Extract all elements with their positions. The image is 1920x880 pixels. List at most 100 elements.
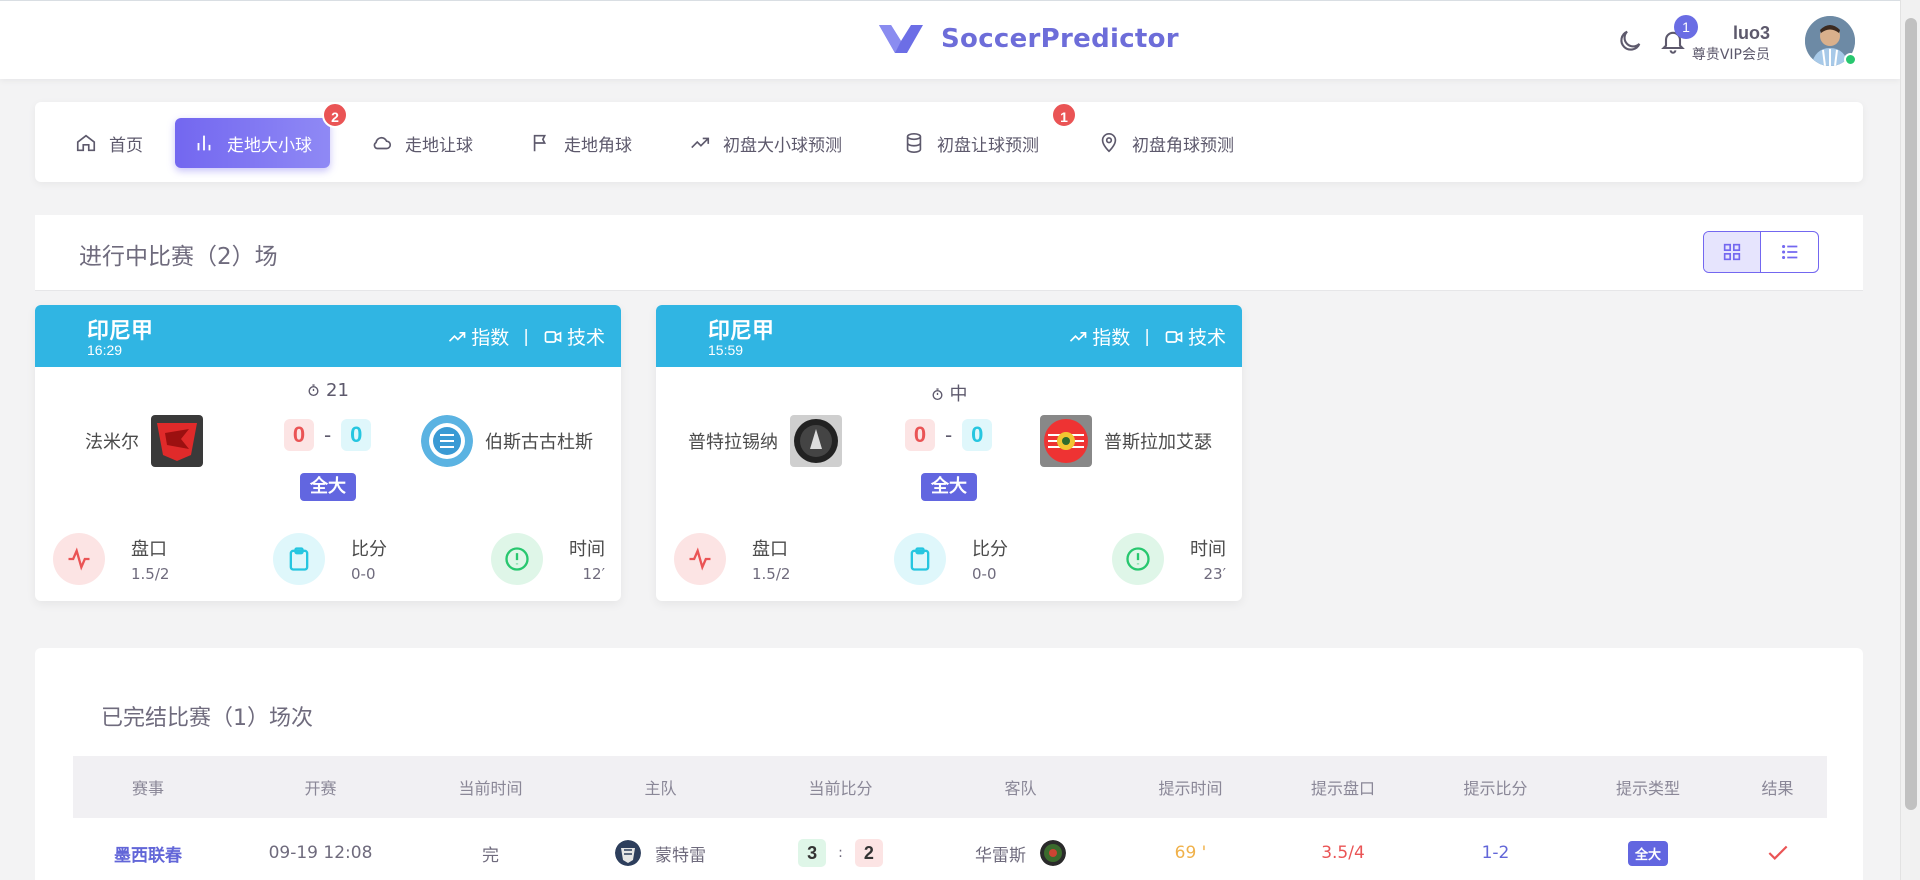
- nav-badge: 2: [322, 102, 348, 128]
- odds-index-link[interactable]: 指数: [447, 323, 509, 350]
- home-team[interactable]: 普特拉锡纳: [688, 415, 842, 467]
- scrollbar-thumb[interactable]: [1905, 18, 1917, 810]
- link-separator: |: [1144, 326, 1150, 347]
- top-bar: SoccerPredictor 1 luo3 尊贵VIP会员: [0, 0, 1900, 79]
- tech-stats-link[interactable]: 技术: [543, 323, 605, 350]
- home-team[interactable]: 法米尔: [85, 415, 203, 467]
- tip-time-cell: 69 ': [1174, 843, 1207, 863]
- stat-value: 0-0: [351, 565, 376, 583]
- start-time-cell: 09-19 12:08: [268, 843, 373, 863]
- match-card[interactable]: 印尼甲 15:59 指数 | 技术 中 普特拉锡纳 0 - 0 全大 普斯拉加艾…: [656, 305, 1242, 601]
- away-score: 0: [962, 419, 993, 451]
- nav-item-home[interactable]: 首页: [57, 118, 161, 168]
- away-team-logo: [1040, 415, 1092, 467]
- match-minute: 中: [656, 380, 1242, 406]
- vertical-scrollbar[interactable]: [1900, 0, 1920, 880]
- activity-icon: [53, 533, 105, 585]
- score-colon: :: [838, 845, 843, 861]
- match-card-header: 印尼甲 15:59 指数 | 技术: [656, 305, 1242, 367]
- home-team-logo: [790, 415, 842, 467]
- match-league: 印尼甲: [87, 319, 154, 344]
- status-cell: 完: [482, 845, 499, 866]
- nav-label: 走地让球: [405, 135, 473, 156]
- nav-item-live-over-under[interactable]: 走地大小球: [175, 118, 330, 168]
- nav-item-initial-corners[interactable]: 初盘角球预测: [1080, 118, 1252, 168]
- away-team-logo: [421, 415, 473, 467]
- list-view-button[interactable]: [1761, 232, 1818, 272]
- match-start-time: 15:59: [708, 342, 744, 358]
- column-header: 当前时间: [458, 779, 523, 798]
- match-start-time: 16:29: [87, 342, 123, 358]
- away-team[interactable]: 普斯拉加艾瑟: [1040, 415, 1212, 467]
- main-nav: 首页 走地大小球 2 走地让球 走地角球 初盘大小球预测 初盘让球预测 1 初盘…: [35, 102, 1863, 182]
- tech-stats-label: 技术: [1187, 327, 1226, 349]
- home-team-cell: 蒙特雷: [563, 840, 758, 866]
- away-team-logo: [1040, 840, 1066, 866]
- home-team-name: 普特拉锡纳: [688, 432, 778, 453]
- home-score: 3: [798, 839, 827, 867]
- match-league: 印尼甲: [708, 319, 775, 344]
- alert-circle-icon: [491, 533, 543, 585]
- tip-type-tag: 全大: [1627, 840, 1668, 866]
- match-minute-value: 中: [949, 384, 968, 405]
- brand-name: SoccerPredictor: [941, 24, 1179, 54]
- tech-stats-link[interactable]: 技术: [1164, 323, 1226, 350]
- tech-stats-label: 技术: [566, 327, 605, 349]
- nav-badge: 1: [1051, 102, 1077, 128]
- nav-item-initial-over-under[interactable]: 初盘大小球预测: [671, 118, 860, 168]
- column-header: 客队: [1004, 779, 1037, 798]
- column-header: 开赛: [304, 779, 337, 798]
- nav-label: 走地大小球: [227, 135, 312, 156]
- match-minute-value: 21: [326, 380, 349, 401]
- stat-value: 23′: [1203, 565, 1227, 583]
- trending-up-icon: [1070, 331, 1087, 342]
- match-minute: 21: [35, 380, 621, 401]
- odds-index-link[interactable]: 指数: [1068, 323, 1130, 350]
- nav-label: 初盘让球预测: [937, 135, 1039, 156]
- check-icon: [1768, 845, 1787, 860]
- tip-type-cell: 全大: [1568, 840, 1728, 866]
- league-link[interactable]: 墨西联春: [73, 841, 223, 866]
- tip-score-cell: 1-2: [1481, 843, 1510, 863]
- brand[interactable]: SoccerPredictor: [877, 21, 1179, 57]
- table-row[interactable]: 墨西联春 09-19 12:08 完 蒙特雷 3 : 2 华雷斯 69 ' 3.…: [73, 818, 1827, 880]
- stat-handicap: 盘口 1.5/2: [674, 533, 790, 585]
- trending-up-icon: [691, 137, 710, 149]
- stat-handicap: 盘口 1.5/2: [53, 533, 169, 585]
- live-section-header: 进行中比赛（2）场: [35, 215, 1863, 291]
- bar-chart-icon: [197, 135, 211, 151]
- notification-badge: 1: [1674, 15, 1698, 39]
- home-team-logo: [615, 840, 641, 866]
- nav-item-live-handicap[interactable]: 走地让球: [353, 118, 491, 168]
- stat-time: 时间 12′: [491, 533, 605, 585]
- nav-label: 初盘角球预测: [1132, 135, 1234, 156]
- home-score: 0: [905, 419, 935, 451]
- stat-score: 比分 0-0: [273, 533, 387, 585]
- user-role: 尊贵VIP会员: [1691, 47, 1770, 63]
- video-icon: [1165, 330, 1183, 343]
- nav-label: 初盘大小球预测: [723, 135, 842, 156]
- match-card-header: 印尼甲 16:29 指数 | 技术: [35, 305, 621, 367]
- moon-icon[interactable]: [1616, 27, 1644, 55]
- nav-item-live-corners[interactable]: 走地角球: [512, 118, 650, 168]
- column-header: 结果: [1761, 779, 1794, 798]
- view-toggle: [1703, 231, 1819, 273]
- nav-label: 走地角球: [564, 135, 632, 156]
- stat-value: 12′: [582, 565, 606, 583]
- nav-item-initial-handicap[interactable]: 初盘让球预测: [885, 118, 1057, 168]
- match-card[interactable]: 印尼甲 16:29 指数 | 技术 21 法米尔 0 - 0 全大 伯斯古古杜斯…: [35, 305, 621, 601]
- grid-icon: [1723, 243, 1741, 261]
- trending-up-icon: [449, 331, 466, 342]
- grid-view-button[interactable]: [1704, 232, 1762, 272]
- home-team-name: 蒙特雷: [655, 845, 706, 866]
- stat-label: 盘口: [131, 539, 167, 560]
- score-cell: 3 : 2: [758, 839, 923, 867]
- odds-index-label: 指数: [471, 327, 510, 349]
- clipboard-icon: [273, 533, 325, 585]
- cloud-icon: [373, 136, 392, 150]
- away-team[interactable]: 伯斯古古杜斯: [421, 415, 593, 467]
- online-status-dot: [1844, 53, 1857, 66]
- flag-icon: [533, 134, 547, 152]
- user-name[interactable]: luo3: [1733, 23, 1770, 44]
- stat-label: 盘口: [752, 539, 788, 560]
